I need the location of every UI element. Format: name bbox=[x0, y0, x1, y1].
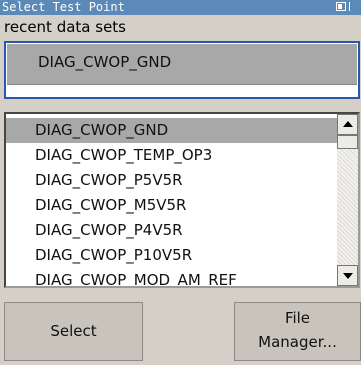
recent-data-sets-label: recent data sets bbox=[4, 18, 126, 36]
list-item[interactable]: DIAG_CWOP_P4V5R bbox=[6, 218, 337, 243]
list-item-label: DIAG_CWOP_MOD_AM_REF bbox=[35, 271, 237, 288]
list-item[interactable]: DIAG_CWOP_MOD_AM_REF bbox=[6, 268, 337, 288]
list-item[interactable]: DIAG_CWOP_TEMP_OP3 bbox=[6, 143, 337, 168]
test-point-list[interactable]: DIAG_CWOP_GND DIAG_CWOP_TEMP_OP3 DIAG_CW… bbox=[4, 112, 360, 288]
file-manager-label-line1: File bbox=[284, 309, 311, 327]
arrow-down-icon bbox=[343, 273, 353, 279]
recent-data-sets-list[interactable]: DIAG_CWOP_GND bbox=[4, 41, 360, 99]
maximize-icon[interactable] bbox=[336, 2, 346, 11]
list-item-label: DIAG_CWOP_TEMP_OP3 bbox=[35, 146, 213, 164]
arrow-up-icon bbox=[343, 121, 353, 127]
scroll-down-button[interactable] bbox=[337, 265, 358, 286]
list-item[interactable]: DIAG_CWOP_P5V5R bbox=[6, 168, 337, 193]
select-button-label: Select bbox=[50, 322, 97, 340]
recent-item-selected[interactable]: DIAG_CWOP_GND bbox=[7, 44, 357, 85]
list-item-label: DIAG_CWOP_M5V5R bbox=[35, 196, 187, 214]
list-item[interactable]: DIAG_CWOP_P10V5R bbox=[6, 243, 337, 268]
list-item-label: DIAG_CWOP_P5V5R bbox=[35, 171, 183, 189]
list-item-label: DIAG_CWOP_P10V5R bbox=[35, 246, 193, 264]
file-manager-label-line2: Manager... bbox=[258, 333, 337, 351]
title-bar: Select Test Point bbox=[0, 0, 361, 15]
scrollbar-track[interactable] bbox=[337, 149, 358, 265]
scrollbar-thumb[interactable] bbox=[337, 135, 358, 149]
close-icon[interactable] bbox=[349, 2, 361, 11]
file-manager-button[interactable]: File Manager... bbox=[234, 302, 361, 361]
list-item-label: DIAG_CWOP_P4V5R bbox=[35, 221, 183, 239]
list-scrollbar[interactable] bbox=[337, 114, 358, 286]
scroll-up-button[interactable] bbox=[337, 114, 358, 135]
list-item[interactable]: DIAG_CWOP_GND bbox=[6, 118, 337, 143]
select-button[interactable]: Select bbox=[4, 302, 143, 361]
list-item-label: DIAG_CWOP_GND bbox=[35, 121, 169, 139]
window-title: Select Test Point bbox=[2, 0, 125, 14]
recent-item-label: DIAG_CWOP_GND bbox=[38, 53, 172, 71]
list-item[interactable]: DIAG_CWOP_M5V5R bbox=[6, 193, 337, 218]
